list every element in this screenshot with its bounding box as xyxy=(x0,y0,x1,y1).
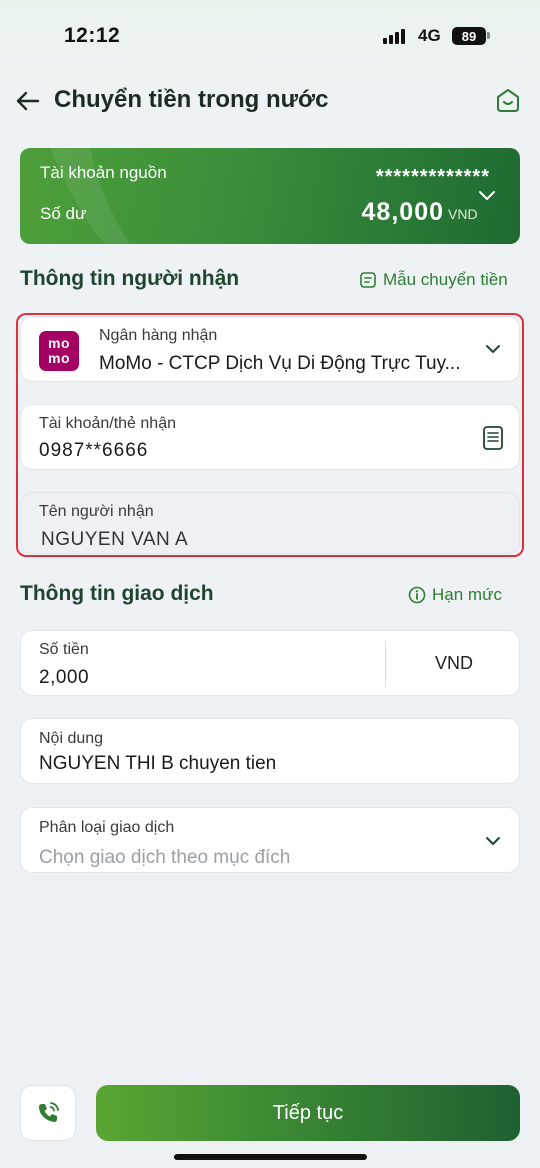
amount-field[interactable]: Số tiền 2,000 VND xyxy=(20,630,520,696)
phone-icon xyxy=(39,1102,59,1122)
balance-amount: 48,000 xyxy=(361,198,444,226)
bank-value: MoMo - CTCP Dịch Vụ Di Động Trực Tuy... xyxy=(99,353,461,374)
info-icon xyxy=(408,586,426,604)
battery-level: 89 xyxy=(461,28,477,44)
momo-logo-text-top: mo xyxy=(48,335,70,351)
template-link[interactable]: Mẫu chuyển tiền xyxy=(359,270,508,290)
battery-icon: 89 xyxy=(452,27,486,45)
balance-label: Số dư xyxy=(40,204,87,223)
content-value: NGUYEN THI B chuyen tien xyxy=(39,753,277,774)
continue-button[interactable]: Tiếp tục xyxy=(96,1085,520,1141)
source-account-number: ************* xyxy=(375,166,490,188)
recipient-name-label: Tên người nhận xyxy=(39,503,154,520)
amount-value: 2,000 xyxy=(39,667,90,688)
signal-icon xyxy=(383,28,405,44)
amount-currency: VND xyxy=(434,653,473,673)
account-value: 0987**6666 xyxy=(39,440,149,461)
template-icon xyxy=(360,272,376,288)
category-placeholder: Chọn giao dịch theo mục đích xyxy=(39,847,291,868)
call-button[interactable] xyxy=(20,1085,76,1141)
chevron-down-icon[interactable] xyxy=(483,339,503,359)
chevron-down-icon[interactable] xyxy=(483,831,503,851)
account-label: Tài khoản/thẻ nhận xyxy=(39,415,176,432)
balance-currency: VND xyxy=(448,206,478,222)
page-title: Chuyển tiền trong nước xyxy=(54,86,329,113)
home-indicator xyxy=(174,1154,367,1160)
recipient-section-title: Thông tin người nhận xyxy=(20,267,240,290)
momo-logo: mo mo xyxy=(39,331,79,371)
limit-link[interactable]: Hạn mức xyxy=(408,585,502,605)
category-label: Phân loại giao dịch xyxy=(39,819,175,836)
source-account-label: Tài khoản nguồn xyxy=(40,163,167,182)
network-type: 4G xyxy=(418,26,441,45)
status-bar: 12:12 4G 89 xyxy=(0,0,540,70)
bank-select[interactable]: mo mo Ngân hàng nhận MoMo - CTCP Dịch Vụ… xyxy=(20,316,520,382)
content-field[interactable]: Nội dung NGUYEN THI B chuyen tien xyxy=(20,718,520,784)
battery-tip xyxy=(487,32,490,39)
contact-book-icon[interactable] xyxy=(481,425,505,451)
momo-logo-text-bottom: mo xyxy=(48,350,70,366)
category-select[interactable]: Phân loại giao dịch Chọn giao dịch theo … xyxy=(20,807,520,873)
recipient-name-field: Tên người nhận NGUYEN VAN A xyxy=(20,492,520,554)
limit-link-label: Hạn mức xyxy=(432,585,502,604)
arrow-left-icon[interactable] xyxy=(14,87,42,115)
header: Chuyển tiền trong nước xyxy=(0,78,540,124)
bank-label: Ngân hàng nhận xyxy=(99,327,218,344)
content-label: Nội dung xyxy=(39,730,104,747)
amount-divider xyxy=(385,641,386,687)
source-account-card[interactable]: Tài khoản nguồn ************* Số dư 48,0… xyxy=(20,148,520,244)
template-link-label: Mẫu chuyển tiền xyxy=(383,270,508,289)
amount-label: Số tiền xyxy=(39,641,89,658)
status-time: 12:12 xyxy=(64,24,121,47)
transaction-section-title: Thông tin giao dịch xyxy=(20,582,214,605)
recipient-name-value: NGUYEN VAN A xyxy=(41,529,189,550)
home-icon[interactable] xyxy=(494,86,522,114)
account-field[interactable]: Tài khoản/thẻ nhận 0987**6666 xyxy=(20,404,520,470)
chevron-down-icon[interactable] xyxy=(476,184,498,206)
